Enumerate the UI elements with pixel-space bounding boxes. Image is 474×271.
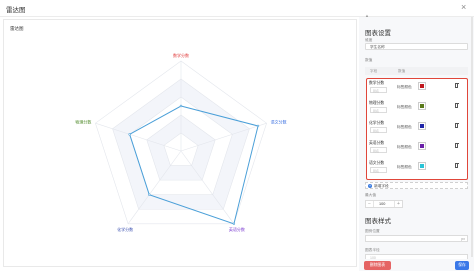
alias-input[interactable]: 别名 (370, 127, 387, 133)
alias-input[interactable]: 别名 (370, 87, 387, 93)
radius-input[interactable]: 100 (365, 254, 468, 260)
trash-icon[interactable] (455, 162, 459, 168)
col-field-header: 字段 (370, 68, 378, 73)
dimension-select-value: 学生名称 (370, 45, 385, 49)
field-color-label: 标签颜色 (397, 85, 412, 89)
radar-data-point (128, 133, 131, 136)
field-row: 语文分数 别名 标签颜色 (367, 159, 467, 179)
legend-position-input[interactable]: px (365, 235, 468, 242)
section-title-settings: 图表设置 (365, 30, 391, 37)
field-color-label: 标签颜色 (397, 105, 412, 109)
field-name: 物理分数 (369, 101, 385, 105)
max-value-stepper[interactable]: − 100 + (365, 200, 403, 208)
color-swatch[interactable] (418, 82, 426, 90)
radar-axis-label: 数学分数 (173, 52, 189, 58)
plus-icon: + (368, 183, 372, 188)
max-value-label: 最大值 (365, 193, 377, 197)
panel-scrollbar[interactable] (471, 17, 473, 257)
window-titlebar: 雷达图 × (0, 0, 474, 17)
field-name: 数学分数 (369, 81, 385, 85)
radius-placeholder: 100 (370, 255, 376, 260)
radar-data-point (232, 222, 236, 226)
field-row: 化学分数 别名 标签颜色 (367, 119, 467, 139)
section-title-style: 图表样式 (365, 218, 391, 225)
trash-icon[interactable] (455, 142, 459, 148)
close-icon[interactable]: × (461, 2, 466, 12)
save-button[interactable]: 保存 (455, 261, 469, 270)
field-name: 英语分数 (369, 141, 385, 145)
chart-card: 雷达图 数学分数 语文分数 英语分数 化学分数 物理分数 (3, 19, 357, 267)
radar-data-point (256, 124, 260, 128)
max-value: 100 (379, 202, 386, 206)
radar-axis-label: 语文分数 (271, 119, 287, 125)
field-name: 化学分数 (369, 121, 385, 125)
field-name: 语文分数 (369, 161, 385, 165)
fields-list: 数学分数 别名 标签颜色 物理分数 别名 标签颜色 化学分数 别名 标签颜色 英… (366, 78, 468, 180)
field-color-label: 标签颜色 (397, 125, 412, 129)
radar-chart: 数学分数语文分数英语分数 化学分数 物理分数 (75, 52, 287, 232)
dimension-select[interactable]: 学生名称 (365, 43, 468, 50)
radar-axis-label: 化学分数 (117, 226, 133, 232)
decrement-button[interactable]: − (366, 201, 374, 207)
alias-input[interactable]: 别名 (370, 147, 387, 153)
field-color-label: 标签颜色 (397, 145, 412, 149)
add-field-label: 新增字段 (374, 184, 389, 188)
radius-label: 图表半径 (365, 248, 380, 252)
radar-axis-label: 物理分数 (75, 119, 91, 125)
color-swatch[interactable] (418, 142, 426, 150)
add-field-button[interactable]: + 新增字段 (365, 182, 468, 189)
trash-icon[interactable] (455, 122, 459, 128)
field-row: 英语分数 别名 标签颜色 (367, 139, 467, 159)
col-value-header: 数值 (398, 68, 406, 73)
radar-data-point (179, 104, 183, 108)
field-row: 物理分数 别名 标签颜色 (367, 99, 467, 119)
color-swatch[interactable] (418, 122, 426, 130)
radar-data-point (148, 193, 151, 196)
color-swatch[interactable] (418, 102, 426, 110)
range-suffix: px (461, 237, 465, 241)
fields-table-header: 字段 数值 (365, 67, 468, 75)
increment-button[interactable]: + (394, 201, 402, 207)
metrics-label: 数值 (365, 58, 373, 62)
color-swatch[interactable] (418, 162, 426, 170)
alias-input[interactable]: 别名 (370, 107, 387, 113)
delete-chart-button[interactable]: 删除图表 (364, 261, 391, 270)
field-color-label: 标签颜色 (397, 165, 412, 169)
alias-input[interactable]: 别名 (370, 167, 387, 173)
trash-icon[interactable] (455, 82, 459, 88)
window-title: 雷达图 (6, 7, 26, 14)
field-row: 数学分数 别名 标签颜色 (367, 79, 467, 99)
scroll-up-icon[interactable]: ▲ (365, 13, 369, 18)
range-label: 图例位置 (365, 229, 380, 233)
radar-axis-label: 英语分数 (229, 226, 245, 232)
trash-icon[interactable] (455, 102, 459, 108)
